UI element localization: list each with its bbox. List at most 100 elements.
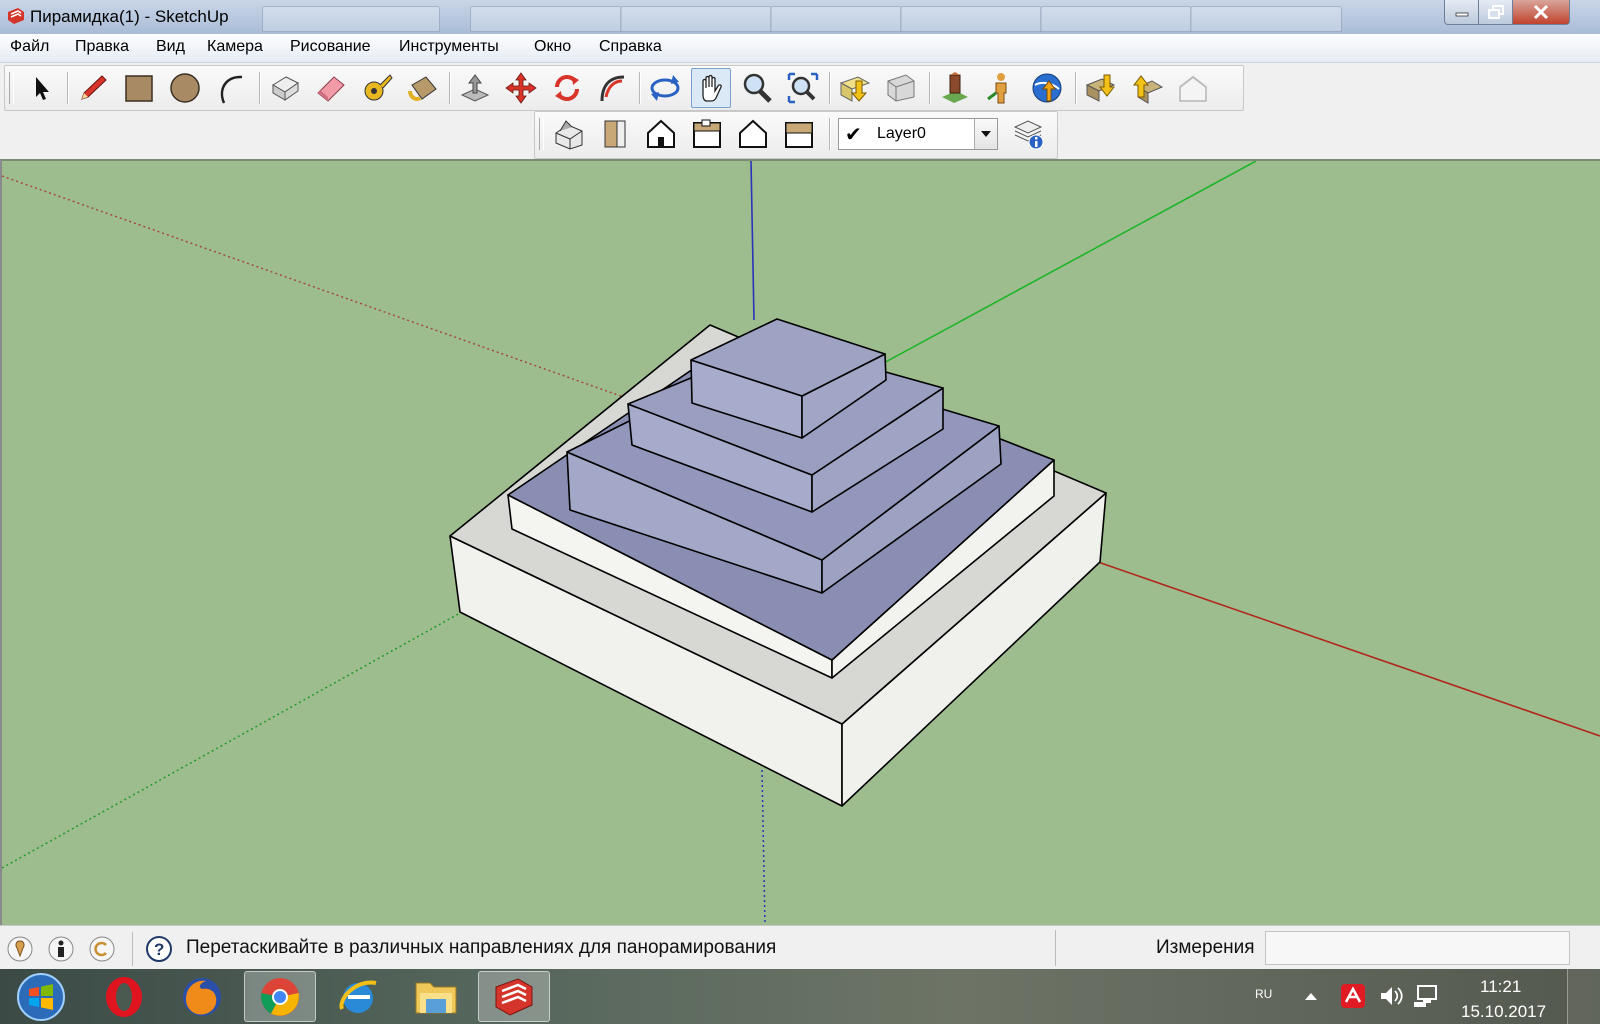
scene-canvas[interactable] bbox=[2, 161, 1600, 925]
measurements-label: Измерения bbox=[1156, 937, 1255, 958]
zoom-icon bbox=[743, 73, 772, 103]
zoom-tool[interactable] bbox=[737, 68, 777, 108]
close-button[interactable] bbox=[1512, 0, 1570, 25]
pencil-tool[interactable] bbox=[73, 68, 113, 108]
export-icon bbox=[1132, 75, 1164, 104]
minimize-button[interactable] bbox=[1444, 0, 1480, 25]
chevron-down-icon[interactable] bbox=[974, 119, 997, 149]
toolbar-grip[interactable] bbox=[9, 72, 14, 104]
explorer-icon bbox=[415, 982, 457, 1013]
follow-me-tool[interactable] bbox=[593, 68, 633, 108]
antivirus-icon[interactable] bbox=[1340, 983, 1366, 1009]
minimize-icon bbox=[1455, 12, 1469, 17]
menu-camera[interactable]: Камера bbox=[207, 38, 263, 56]
clock-time[interactable]: 11:21 bbox=[1480, 977, 1521, 997]
volume-icon[interactable] bbox=[1378, 983, 1404, 1009]
status-divider bbox=[132, 932, 133, 966]
background-tab bbox=[900, 6, 1042, 32]
show-desktop-button[interactable] bbox=[1567, 969, 1600, 1024]
left-view-button[interactable] bbox=[779, 114, 819, 154]
sketchup-icon bbox=[495, 977, 533, 1016]
sketchup-app-icon[interactable] bbox=[6, 6, 26, 26]
paint-bucket-tool[interactable] bbox=[403, 68, 443, 108]
ie-icon bbox=[339, 980, 377, 1013]
rectangle-tool[interactable] bbox=[119, 68, 159, 108]
help-icon[interactable]: ? bbox=[145, 935, 173, 963]
export-tool[interactable] bbox=[1127, 68, 1167, 108]
arc-tool[interactable] bbox=[211, 68, 251, 108]
push-pull-tool[interactable] bbox=[455, 68, 495, 108]
warehouse-tool[interactable] bbox=[1173, 68, 1213, 108]
restore-icon bbox=[1488, 5, 1504, 19]
taskbar-opera[interactable] bbox=[88, 971, 160, 1022]
toolbar-grip[interactable] bbox=[539, 118, 544, 150]
main-toolbar bbox=[4, 65, 1244, 111]
layer-visible-check: ✔ bbox=[845, 124, 862, 146]
network-icon[interactable] bbox=[1412, 983, 1440, 1009]
menu-edit[interactable]: Правка bbox=[75, 38, 129, 56]
tape-measure-icon bbox=[364, 74, 393, 101]
clock-date[interactable]: 15.10.2017 bbox=[1461, 1002, 1546, 1022]
zoom-extents-tool[interactable] bbox=[783, 68, 823, 108]
copyright-icon[interactable] bbox=[88, 935, 116, 963]
measurements-input[interactable] bbox=[1265, 931, 1570, 965]
blue-axis-positive bbox=[750, 161, 755, 321]
get-models-tool[interactable] bbox=[835, 68, 875, 108]
status-bar: ? Перетаскивайте в различных направления… bbox=[0, 925, 1600, 970]
right-view-icon bbox=[693, 119, 721, 148]
google-earth-icon bbox=[1032, 73, 1062, 103]
make-component-tool[interactable] bbox=[265, 68, 305, 108]
styles-tool[interactable] bbox=[935, 68, 975, 108]
model-viewport[interactable] bbox=[0, 159, 1600, 925]
menu-window[interactable]: Окно bbox=[534, 38, 571, 56]
rotate-tool[interactable] bbox=[547, 68, 587, 108]
front-view-button[interactable] bbox=[641, 114, 681, 154]
orbit-tool[interactable] bbox=[645, 68, 685, 108]
walk-tool[interactable] bbox=[981, 68, 1021, 108]
credits-icon[interactable] bbox=[47, 935, 75, 963]
iso-view-button[interactable] bbox=[549, 114, 589, 154]
taskbar-explorer[interactable] bbox=[400, 971, 472, 1022]
menu-file[interactable]: Файл bbox=[10, 38, 49, 56]
start-button[interactable] bbox=[2, 971, 80, 1022]
eraser-icon bbox=[317, 76, 345, 102]
taskbar-internet-explorer[interactable] bbox=[322, 971, 394, 1022]
arc-icon bbox=[220, 75, 243, 104]
top-view-button[interactable] bbox=[595, 114, 635, 154]
background-tab bbox=[620, 6, 772, 32]
make-component-icon bbox=[272, 76, 299, 101]
layer-dropdown[interactable]: ✔ Layer0 bbox=[838, 118, 998, 150]
menu-view[interactable]: Вид bbox=[156, 38, 185, 56]
pencil-icon bbox=[81, 75, 107, 100]
taskbar-firefox[interactable] bbox=[166, 971, 238, 1022]
layer-info-icon bbox=[1013, 120, 1044, 150]
restore-button[interactable] bbox=[1478, 0, 1514, 25]
menu-draw[interactable]: Рисование bbox=[290, 38, 371, 56]
language-indicator[interactable]: RU bbox=[1255, 987, 1272, 1001]
share-component-icon bbox=[887, 74, 915, 102]
pyramid-model[interactable] bbox=[449, 318, 1107, 807]
share-component-tool[interactable] bbox=[881, 68, 921, 108]
firefox-icon bbox=[183, 977, 221, 1016]
taskbar-chrome[interactable] bbox=[244, 971, 316, 1022]
eraser-tool[interactable] bbox=[311, 68, 351, 108]
move-tool[interactable] bbox=[501, 68, 541, 108]
background-tab bbox=[262, 6, 440, 32]
geo-location-icon[interactable] bbox=[6, 935, 34, 963]
google-earth-tool[interactable] bbox=[1027, 68, 1067, 108]
tape-measure-tool[interactable] bbox=[357, 68, 397, 108]
select-tool[interactable] bbox=[21, 68, 61, 108]
menu-help[interactable]: Справка bbox=[599, 38, 662, 56]
warehouse-icon bbox=[1179, 75, 1207, 102]
background-tab bbox=[1040, 6, 1192, 32]
right-view-button[interactable] bbox=[687, 114, 727, 154]
taskbar-sketchup[interactable] bbox=[478, 971, 550, 1022]
tray-expand-icon[interactable] bbox=[1304, 991, 1318, 1001]
layer-manager-button[interactable] bbox=[1009, 114, 1049, 154]
back-view-icon bbox=[739, 119, 767, 148]
menu-tools[interactable]: Инструменты bbox=[399, 38, 499, 56]
pan-tool[interactable] bbox=[691, 68, 731, 108]
back-view-button[interactable] bbox=[733, 114, 773, 154]
circle-tool[interactable] bbox=[165, 68, 205, 108]
import-tool[interactable] bbox=[1081, 68, 1121, 108]
